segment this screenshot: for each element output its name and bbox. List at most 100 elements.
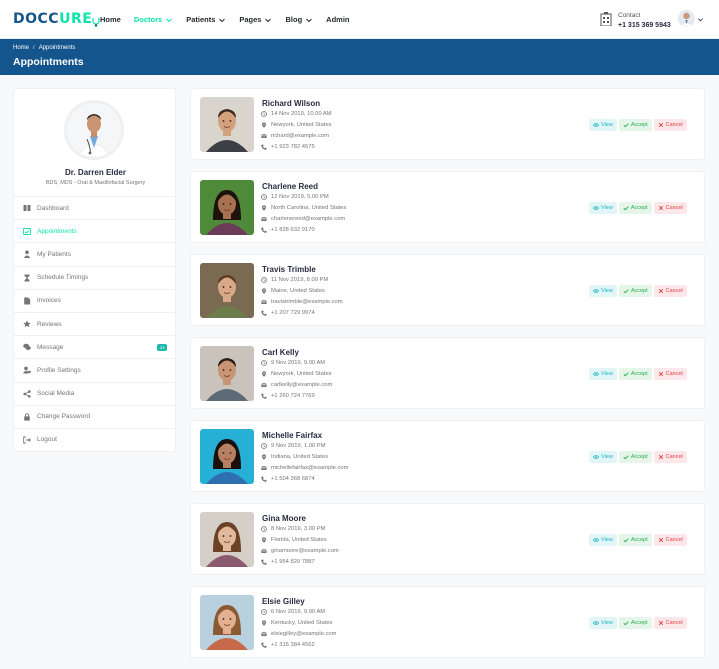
sidebar-item-social-media[interactable]: Social Media (14, 383, 175, 406)
map-marker-icon (262, 122, 266, 128)
sidebar-item-label: Change Password (37, 413, 91, 421)
patient-photo[interactable] (200, 263, 254, 318)
hospital-icon (600, 12, 612, 26)
nav-item-patients[interactable]: Patients (186, 15, 226, 24)
envelope-icon (261, 549, 267, 553)
view-button[interactable]: View (589, 617, 617, 629)
chevron-down-icon[interactable] (697, 16, 704, 23)
breadcrumb-home[interactable]: Home (13, 45, 29, 51)
sidebar-item-appointments[interactable]: Appointments (14, 220, 175, 244)
patient-photo[interactable] (200, 180, 254, 235)
view-button[interactable]: View (589, 202, 617, 214)
sidebar-item-dashboard[interactable]: Dashboard (14, 197, 175, 221)
appointment-datetime: 9 Nov 2019, 1.00 PM (261, 443, 325, 449)
patient-name[interactable]: Gina Moore (262, 514, 306, 523)
phone-icon (261, 476, 267, 482)
sidebar-item-schedule-timings[interactable]: Schedule Timings (14, 267, 175, 290)
nav-item-admin[interactable]: Admin (326, 15, 349, 24)
accept-button[interactable]: Accept (618, 617, 652, 629)
patient-photo[interactable] (200, 346, 254, 401)
patient-name[interactable]: Carl Kelly (262, 348, 299, 357)
clock-icon (261, 360, 267, 366)
patient-location: Kentucky, United States (261, 620, 332, 626)
user-injured-icon (23, 250, 31, 259)
sidebar-item-profile-settings[interactable]: Profile Settings (14, 359, 175, 383)
email-text: ginamoore@example.com (271, 548, 339, 554)
cancel-button[interactable]: Cancel (653, 617, 687, 629)
lock-icon (24, 413, 30, 421)
map-marker-icon (262, 620, 266, 626)
appointment-list: Richard Wilson 14 Nov 2019, 10.00 AM Newyo… (190, 88, 705, 669)
sidebar-item-label: Reviews (37, 320, 62, 328)
sign-out-icon (23, 436, 31, 444)
eye-icon (593, 620, 599, 626)
patient-name[interactable]: Travis Trimble (262, 265, 316, 274)
patient-photo[interactable] (200, 512, 254, 567)
accept-button[interactable]: Accept (618, 285, 652, 297)
clock-icon (261, 194, 267, 200)
accept-button[interactable]: Accept (618, 451, 652, 463)
accept-button[interactable]: Accept (618, 534, 652, 546)
datetime-text: 11 Nov 2019, 8.00 PM (271, 277, 329, 283)
nav-item-pages[interactable]: Pages (239, 15, 272, 24)
cancel-button[interactable]: Cancel (653, 119, 687, 131)
accept-label: Accept (630, 288, 648, 294)
patient-photo[interactable] (200, 429, 254, 484)
appointment-card: Travis Trimble 11 Nov 2019, 8.00 PM Maine,… (190, 254, 705, 326)
sidebar-item-invoices[interactable]: Invoices (14, 290, 175, 313)
view-button[interactable]: View (589, 368, 617, 380)
contact-phone: +1 315 369 5943 (618, 22, 671, 29)
sidebar-item-message[interactable]: Message 23 (14, 336, 175, 360)
sidebar-item-change-password[interactable]: Change Password (14, 406, 175, 429)
phone-icon (261, 310, 267, 316)
phone-text: +1 207 729 9974 (271, 310, 315, 316)
phone-text: +1 315 384 4562 (271, 642, 315, 648)
sidebar-item-logout[interactable]: Logout (14, 429, 175, 453)
patient-email: charlenereed@example.com (261, 216, 345, 222)
appointment-actions: View Accept Cancel (589, 451, 687, 463)
eye-icon (593, 371, 599, 377)
sidebar-item-my-patients[interactable]: My Patients (14, 243, 175, 267)
sidebar-item-label: Message (37, 343, 64, 351)
nav-item-blog[interactable]: Blog (285, 15, 313, 24)
view-label: View (601, 620, 613, 626)
nav-item-home[interactable]: Home (100, 15, 121, 24)
accept-button[interactable]: Accept (618, 119, 652, 131)
eye-icon (593, 537, 599, 543)
cancel-button[interactable]: Cancel (653, 451, 687, 463)
phone-text: +1 923 782 4575 (271, 144, 315, 150)
appointment-card: Gina Moore 8 Nov 2019, 3.00 PM Florida, Un… (190, 503, 705, 575)
patient-name[interactable]: Charlene Reed (262, 182, 318, 191)
location-text: Indiana, United States (271, 454, 329, 460)
check-icon (623, 455, 629, 460)
patient-photo[interactable] (200, 97, 254, 152)
view-button[interactable]: View (589, 119, 617, 131)
cancel-button[interactable]: Cancel (653, 534, 687, 546)
view-button[interactable]: View (589, 451, 617, 463)
cancel-button[interactable]: Cancel (653, 285, 687, 297)
appointment-card: Carl Kelly 9 Nov 2019, 9.00 AM Newyork, Un… (190, 337, 705, 409)
map-marker-icon (262, 537, 266, 543)
avatar[interactable] (678, 10, 695, 27)
brand-logo[interactable]: DOCCURE (13, 9, 100, 29)
cancel-button[interactable]: Cancel (653, 202, 687, 214)
clock-icon (261, 277, 267, 283)
accept-button[interactable]: Accept (618, 202, 652, 214)
eye-icon (593, 454, 599, 460)
patient-location: North Carolina, United States (261, 205, 346, 211)
cancel-button[interactable]: Cancel (653, 368, 687, 380)
nav-item-doctors[interactable]: Doctors (134, 15, 173, 24)
check-icon (623, 289, 629, 294)
patient-name[interactable]: Elsie Gilley (262, 597, 305, 606)
sidebar-item-reviews[interactable]: Reviews (14, 313, 175, 337)
phone-icon (261, 559, 267, 565)
patient-name[interactable]: Richard Wilson (262, 99, 320, 108)
appointment-datetime: 14 Nov 2019, 10.00 AM (261, 111, 332, 117)
patient-name[interactable]: Michelle Fairfax (262, 431, 322, 440)
datetime-text: 6 Nov 2019, 9.00 AM (271, 609, 326, 615)
patient-photo[interactable] (200, 595, 254, 650)
view-button[interactable]: View (589, 534, 617, 546)
phone-text: +1 260 724 7769 (271, 393, 315, 399)
view-button[interactable]: View (589, 285, 617, 297)
accept-button[interactable]: Accept (618, 368, 652, 380)
